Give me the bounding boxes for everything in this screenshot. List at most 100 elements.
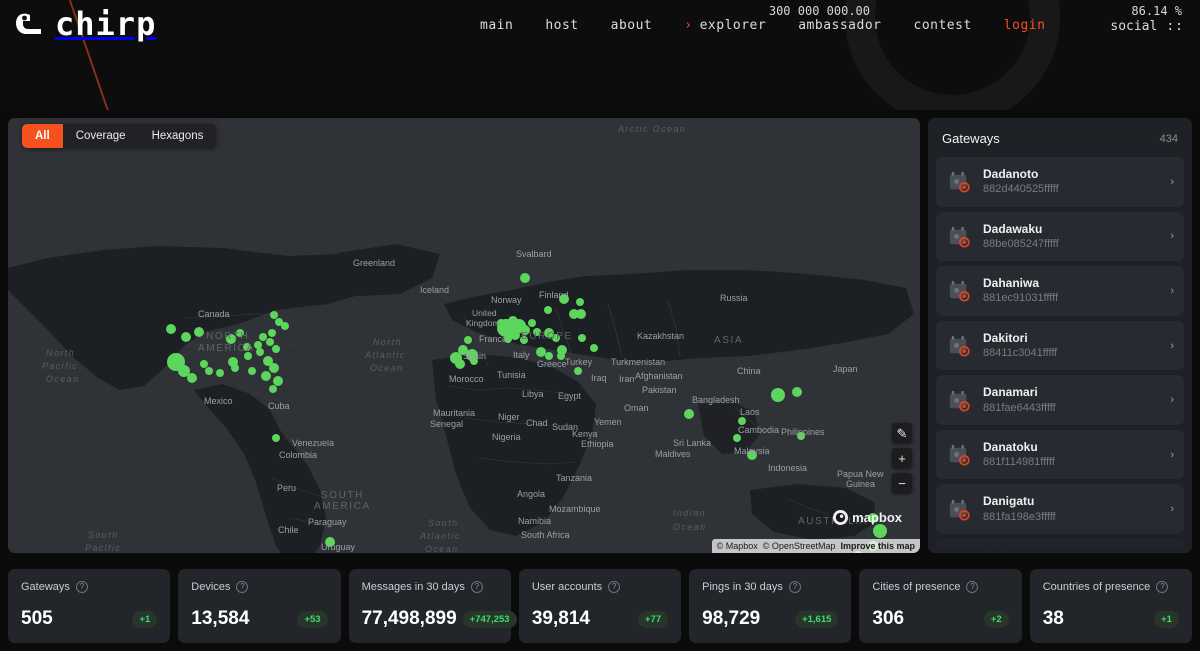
gateway-icon-wrap: [946, 550, 973, 553]
nav-item-login[interactable]: login: [1004, 18, 1046, 33]
help-icon[interactable]: ?: [608, 581, 620, 593]
nav-item-explorer[interactable]: › explorer: [684, 18, 766, 33]
map-label-layer: Arctic OceanGreenlandSvalbardIcelandCana…: [8, 118, 920, 553]
map-label: Guinea: [846, 479, 875, 489]
stat-label: Countries of presence: [1043, 581, 1151, 593]
mapbox-logo[interactable]: mapbox: [833, 510, 902, 525]
chevron-right-icon: ›: [1170, 340, 1174, 352]
gateway-list-item[interactable]: Dakitori88411c3041fffff›: [936, 321, 1184, 371]
gateway-name: Danamari: [983, 384, 1160, 400]
map-label: Niger: [498, 412, 520, 422]
stat-header: Gateways?: [21, 581, 157, 593]
gateway-icon: [946, 223, 973, 250]
nav-item-main[interactable]: main: [480, 18, 513, 33]
nav-item-contest[interactable]: contest: [914, 18, 972, 33]
map-label: AMERICA: [314, 501, 371, 512]
stat-body: 306+2: [872, 608, 1008, 630]
map-tab-all[interactable]: All: [22, 124, 63, 148]
gateways-title: Gateways: [942, 131, 1000, 146]
help-icon[interactable]: ?: [236, 581, 248, 593]
stat-card: Gateways? 505+1: [8, 569, 170, 643]
map-label: Cambodia: [738, 425, 779, 435]
map-label: Svalbard: [516, 249, 552, 259]
brand-logo[interactable]: chirp: [16, 8, 156, 40]
gateway-name: Dadawaku: [983, 221, 1160, 237]
stat-body: 77,498,899+747,253: [362, 608, 498, 630]
stat-delta-badge: +1,615: [795, 611, 838, 628]
mapbox-logo-text: mapbox: [852, 510, 902, 525]
stat-header: User accounts?: [532, 581, 668, 593]
map-label: Colombia: [279, 450, 317, 460]
gateway-id: 882d440525fffff: [983, 182, 1160, 197]
map-label: Finland: [539, 290, 569, 300]
map-label: Morocco: [449, 374, 484, 384]
map-label: ASIA: [714, 335, 743, 346]
map-controls: ✎ + −: [892, 423, 912, 493]
main-navigation: main host about › explorer ambassador co…: [480, 18, 1045, 33]
attribution-osm[interactable]: © OpenStreetMap: [763, 541, 836, 551]
gateway-name: Dahaniwa: [983, 275, 1160, 291]
map-label: United: [472, 308, 497, 318]
help-icon[interactable]: ?: [1156, 581, 1168, 593]
gateway-list-item[interactable]: Dadawaku88be085247fffff›: [936, 212, 1184, 262]
draw-tool-button[interactable]: ✎: [892, 423, 912, 443]
gateway-list-item[interactable]: Danamari881fae6443fffff›: [936, 375, 1184, 425]
map-label: North: [373, 337, 402, 347]
map-tab-hexagons[interactable]: Hexagons: [139, 124, 217, 148]
chevron-right-icon: ›: [684, 18, 692, 33]
gateways-list[interactable]: Dadanoto882d440525fffff › Dadawaku88be0852…: [928, 157, 1192, 553]
help-icon[interactable]: ?: [76, 581, 88, 593]
improve-map-link[interactable]: Improve this map: [840, 541, 915, 551]
stat-body: 38+1: [1043, 608, 1179, 630]
mapbox-circle-icon: [833, 510, 848, 525]
help-icon[interactable]: ?: [789, 581, 801, 593]
map-label: Namibia: [518, 516, 551, 526]
gateway-name: Dakitori: [983, 330, 1160, 346]
map-label: Japan: [833, 364, 858, 374]
social-dots-icon: ::: [1166, 19, 1184, 34]
stat-card: Messages in 30 days?77,498,899+747,253: [349, 569, 511, 643]
map-label: Spain: [463, 351, 486, 361]
stat-body: 13,584+53: [191, 608, 327, 630]
nav-item-host[interactable]: host: [545, 18, 578, 33]
map-label: Ocean: [673, 522, 707, 532]
chevron-right-icon: ›: [1170, 176, 1174, 188]
nav-item-about[interactable]: about: [611, 18, 653, 33]
map-label: Nigeria: [492, 432, 521, 442]
stat-body: 505+1: [21, 608, 157, 630]
social-menu[interactable]: social ::: [1110, 19, 1184, 34]
help-icon[interactable]: ?: [966, 581, 978, 593]
map-label: Canada: [198, 309, 230, 319]
coverage-map[interactable]: Arctic OceanGreenlandSvalbardIcelandCana…: [8, 118, 920, 553]
attribution-mapbox[interactable]: © Mapbox: [717, 541, 758, 551]
map-label: Tanzania: [556, 473, 592, 483]
stat-label: Devices: [191, 581, 230, 593]
gateway-list-item[interactable]: Danatoku881f114981fffff›: [936, 430, 1184, 480]
zoom-in-button[interactable]: +: [892, 448, 912, 468]
chevron-right-icon: ›: [1170, 285, 1174, 297]
gateway-list-item[interactable]: Dahaniwa881ec91031fffff ›: [936, 266, 1184, 316]
gateway-list-item[interactable]: Danitote881f1a4983fffff›: [936, 539, 1184, 553]
stat-label: Pings in 30 days: [702, 581, 783, 593]
map-label: Chad: [526, 418, 548, 428]
gateway-meta: Dadanoto882d440525fffff: [983, 166, 1160, 198]
map-label: Kenya: [572, 429, 598, 439]
gateway-list-item[interactable]: Dadanoto882d440525fffff ›: [936, 157, 1184, 207]
map-label: Maldives: [655, 449, 691, 459]
gateway-list-item[interactable]: Danigatu881fa198e3fffff›: [936, 484, 1184, 534]
map-tab-coverage[interactable]: Coverage: [63, 124, 139, 148]
gateways-panel: Gateways 434 Dadanoto882d440525fffff›Dad…: [928, 118, 1192, 553]
gateway-meta: Dahaniwa881ec91031fffff: [983, 275, 1160, 307]
zoom-out-button[interactable]: −: [892, 473, 912, 493]
gateway-id: 88be085247fffff: [983, 237, 1160, 252]
decorative-ring: [845, 0, 1060, 110]
stat-value: 77,498,899: [362, 608, 457, 630]
nav-item-ambassador[interactable]: ambassador: [798, 18, 881, 33]
map-label: South: [428, 518, 459, 528]
map-label: South: [88, 530, 119, 540]
help-icon[interactable]: ?: [471, 581, 483, 593]
gateway-icon: [946, 277, 973, 304]
map-label: China: [737, 366, 761, 376]
map-label: Oman: [624, 403, 649, 413]
stat-value: 306: [872, 608, 904, 630]
